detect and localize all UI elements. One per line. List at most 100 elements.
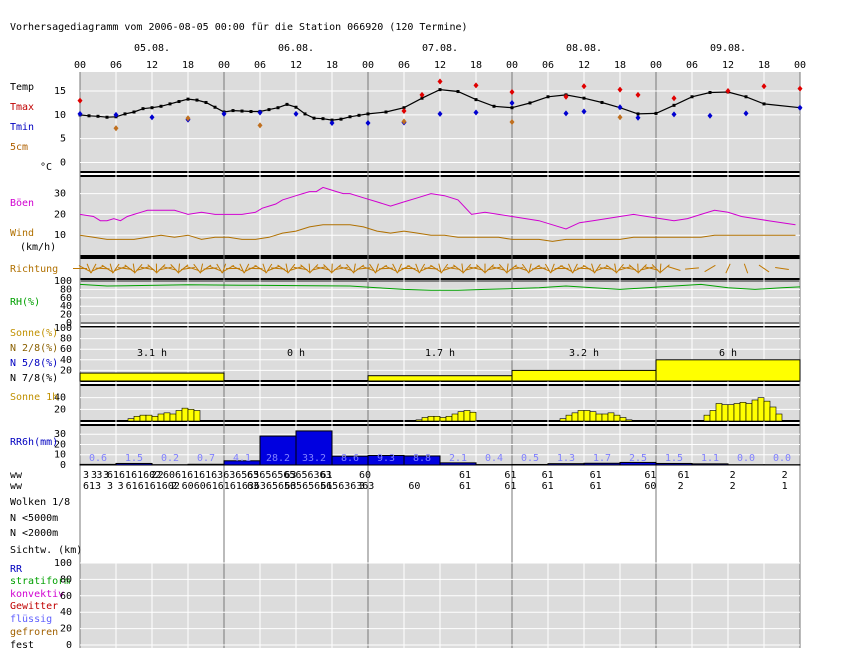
sun1h-bar: [451, 413, 459, 422]
ww-code: 61: [542, 470, 554, 481]
rr-value-label: 0.4: [485, 453, 503, 464]
ww-code: 3: [107, 481, 113, 492]
temp-point: [348, 115, 352, 119]
temp-panel-label: Tmin: [10, 122, 34, 133]
sun1h-bar: [133, 416, 141, 422]
temp-tick-label: 10: [54, 110, 66, 121]
sun1h-bar: [127, 418, 135, 422]
rr-value-label: 0.0: [737, 453, 755, 464]
sun1h-bar: [775, 413, 783, 422]
temp-point: [231, 109, 235, 113]
temp-point: [492, 104, 496, 108]
sun-hours-label: 3.2 h: [569, 348, 599, 359]
sun1h-bar: [739, 402, 747, 422]
sun1h-bar: [175, 410, 183, 422]
wind-unit-label: (km/h): [20, 242, 56, 253]
sun-tick-label: 80: [60, 334, 72, 345]
temp-point: [357, 113, 361, 117]
temp-point: [321, 117, 325, 121]
rr-value-label: 1.5: [125, 453, 143, 464]
sun1h-bar: [607, 412, 615, 422]
hour-tick-label: 00: [74, 60, 86, 71]
lower-label: gefroren: [10, 627, 58, 638]
sun-panel-label: N 5/8(%): [10, 358, 58, 369]
ww-code: 63: [284, 481, 296, 492]
sun1h-bar: [445, 416, 453, 422]
sun-day-bar: [655, 359, 801, 382]
wind-label: Wind: [10, 228, 34, 239]
temp-point: [177, 100, 181, 104]
sun1h-bar: [601, 413, 609, 422]
temp-point: [690, 95, 694, 99]
hour-tick-label: 06: [110, 60, 122, 71]
lower-label: Wolken 1/8: [10, 497, 70, 508]
sun1h-bar: [415, 419, 423, 422]
sun1h-bar: [751, 399, 759, 422]
rr-bar: [691, 463, 729, 466]
sun1h-bar: [427, 416, 435, 422]
rr-bar: [187, 463, 225, 466]
rr-value-label: 1.7: [593, 453, 611, 464]
day-label: 06.08.: [278, 43, 314, 54]
lower-tick-label: 40: [60, 607, 72, 618]
temp-point: [744, 95, 748, 99]
rr-value-label: 1.5: [665, 453, 683, 464]
temp-tick-label: 15: [54, 86, 66, 97]
sun-panel-label: N 2/8(%): [10, 343, 58, 354]
hour-tick-label: 00: [794, 60, 806, 71]
temp-point: [168, 102, 172, 106]
sun1h-bar: [565, 414, 573, 422]
sun1h-bar: [625, 419, 633, 422]
temp-point: [213, 105, 217, 109]
ww-code: 1: [782, 481, 788, 492]
sun1h-tick-label: 20: [54, 404, 66, 415]
ww-code: 2: [678, 481, 684, 492]
sun1h-bar: [421, 417, 429, 422]
lower-label: fest: [10, 640, 34, 651]
sun1h-bar: [139, 414, 147, 422]
lower-tick-label: 0: [66, 640, 72, 651]
sun-day-bar: [79, 372, 225, 382]
hour-tick-label: 06: [542, 60, 554, 71]
hour-tick-label: 06: [254, 60, 266, 71]
temp-point: [672, 103, 676, 107]
sun1h-bar: [169, 413, 177, 422]
temp-point: [303, 112, 307, 116]
gust-label: Böen: [10, 198, 34, 209]
temp-point: [474, 98, 478, 102]
sun1h-bar: [727, 404, 735, 422]
sun1h-bar: [721, 404, 729, 422]
temp-point: [159, 104, 163, 108]
forecast-chart: Vorhersagediagramm vom 2006-08-05 00:00 …: [10, 22, 806, 651]
ww-code: 61: [504, 470, 516, 481]
sun1h-bar: [703, 414, 711, 422]
rr-value-label: 33.2: [302, 453, 326, 464]
lower-tick-label: 80: [60, 574, 72, 585]
temp-point: [285, 102, 289, 106]
temp-point: [123, 112, 127, 116]
ww-code: 61: [644, 470, 656, 481]
rr-value-label: 8.8: [413, 453, 431, 464]
ww-code: 61: [590, 481, 602, 492]
temp-panel-label: Tmax: [10, 102, 34, 113]
sun1h-bar: [439, 417, 447, 422]
temp-point: [528, 101, 532, 105]
temp-point: [600, 100, 604, 104]
wind-tick-label: 30: [54, 189, 66, 200]
chart-title: Vorhersagediagramm vom 2006-08-05 00:00 …: [10, 22, 468, 33]
sun1h-bar: [619, 417, 627, 422]
temp-point: [582, 96, 586, 100]
sun-tick-label: 60: [60, 344, 72, 355]
hour-tick-label: 18: [182, 60, 194, 71]
sun1h-bar: [181, 407, 189, 422]
hour-tick-label: 06: [398, 60, 410, 71]
sun1h-bar: [457, 411, 465, 422]
ww-code: 2: [782, 470, 788, 481]
temp-point: [186, 97, 190, 101]
ww-code: 61: [590, 470, 602, 481]
rr-value-label: 0.5: [521, 453, 539, 464]
hour-tick-label: 06: [686, 60, 698, 71]
sun-hours-label: 6 h: [719, 348, 737, 359]
rr-label: RR6h(mm): [10, 437, 58, 448]
sun1h-bar: [145, 414, 153, 422]
